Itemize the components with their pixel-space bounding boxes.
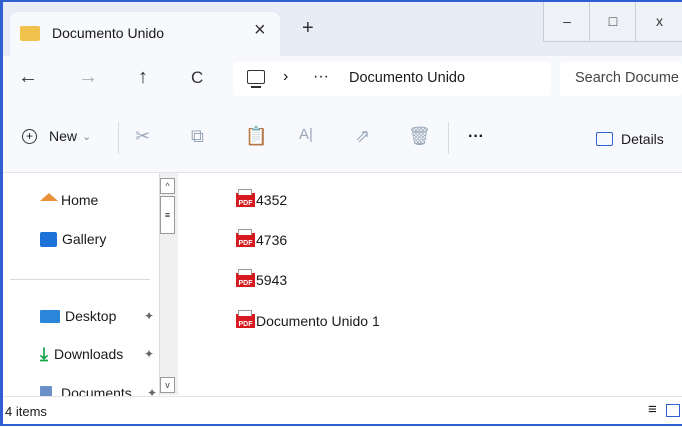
desktop-icon — [40, 309, 60, 323]
command-bar — [0, 102, 682, 173]
pdf-icon: PDF — [236, 310, 255, 328]
details-button[interactable]: Details — [596, 131, 664, 147]
refresh-button[interactable]: C — [191, 68, 203, 88]
sidebar-item-label: Gallery — [62, 231, 107, 247]
details-label: Details — [621, 131, 664, 147]
downloads-icon: ⤓ — [40, 344, 48, 364]
details-view-icon[interactable]: ≡ — [648, 401, 657, 418]
close-window-button[interactable]: x — [635, 0, 682, 42]
computer-stand-icon — [251, 86, 261, 88]
breadcrumb-current-folder[interactable]: Documento Unido — [349, 70, 465, 86]
scroll-down-button[interactable]: v — [160, 377, 175, 393]
more-options-button[interactable]: ··· — [468, 128, 484, 146]
paste-icon[interactable]: 📋 — [245, 126, 267, 147]
sidebar-item-label: Home — [61, 192, 99, 208]
close-icon: x — [656, 13, 663, 29]
computer-icon — [247, 70, 265, 84]
forward-button[interactable]: → — [78, 66, 98, 89]
scroll-up-button[interactable]: ^ — [160, 178, 175, 194]
minimize-icon: – — [563, 13, 571, 29]
item-count: 4 items — [5, 404, 47, 419]
delete-icon[interactable]: 🗑 — [408, 126, 431, 147]
tiles-view-icon[interactable] — [666, 404, 680, 417]
pdf-icon: PDF — [236, 269, 255, 287]
tab-title: Documento Unido — [52, 25, 165, 41]
folder-icon — [20, 26, 40, 41]
file-item[interactable]: PDF 4352 — [236, 189, 288, 209]
breadcrumb-overflow[interactable]: ··· — [313, 68, 329, 86]
tab-documento-unido[interactable]: Documento Unido × — [10, 12, 280, 56]
sidebar-item-home[interactable]: Home — [40, 192, 98, 208]
details-pane-icon — [596, 132, 613, 146]
cut-icon[interactable]: ✂ — [135, 126, 150, 147]
add-icon: + — [22, 128, 37, 144]
toolbar-divider-2 — [448, 122, 449, 154]
close-tab-button[interactable]: × — [254, 19, 266, 42]
copy-icon[interactable]: ⧉ — [191, 126, 204, 147]
maximize-button[interactable]: □ — [589, 0, 637, 42]
file-name: 4352 — [256, 192, 288, 208]
minimize-button[interactable]: – — [543, 0, 591, 42]
toolbar-divider — [118, 122, 119, 154]
file-item[interactable]: PDF Documento Unido 1 — [236, 310, 380, 330]
file-name: 5943 — [256, 272, 288, 288]
window-edge-decoration — [0, 0, 682, 2]
back-button[interactable]: ← — [18, 66, 38, 89]
pdf-icon: PDF — [236, 229, 255, 247]
file-name: 4736 — [256, 232, 288, 248]
pdf-icon: PDF — [236, 189, 255, 207]
window-edge-decoration — [0, 0, 3, 426]
scroll-thumb[interactable]: ≡ — [160, 196, 175, 234]
sidebar-item-downloads[interactable]: ⤓ Downloads — [40, 344, 124, 364]
search-placeholder: Search Docume — [575, 70, 679, 86]
share-icon[interactable]: ⇗ — [355, 126, 370, 147]
file-item[interactable]: PDF 4736 — [236, 229, 288, 249]
sidebar-item-label: Desktop — [65, 308, 117, 324]
address-bar[interactable]: › ··· Documento Unido — [233, 62, 551, 96]
new-tab-button[interactable]: + — [302, 17, 314, 40]
breadcrumb-separator: › — [283, 68, 289, 85]
pin-icon: ✦ — [144, 309, 155, 323]
sidebar-item-gallery[interactable]: Gallery — [40, 231, 106, 247]
maximize-icon: □ — [608, 13, 618, 29]
status-bar — [0, 396, 682, 427]
file-name: Documento Unido 1 — [256, 313, 380, 329]
chevron-down-icon: ⌄ — [82, 130, 92, 143]
search-input[interactable]: Search Docume — [560, 62, 682, 96]
home-icon — [40, 193, 58, 201]
gallery-icon — [40, 231, 57, 247]
new-label: New — [49, 128, 78, 144]
file-item[interactable]: PDF 5943 — [236, 269, 288, 289]
sidebar-item-desktop[interactable]: Desktop — [40, 308, 116, 324]
sidebar-item-label: Downloads — [53, 346, 124, 362]
new-button[interactable]: + New ⌄ — [22, 128, 91, 144]
sidebar-divider — [10, 279, 150, 280]
rename-icon[interactable]: A| — [299, 126, 313, 143]
up-button[interactable]: ↑ — [138, 66, 148, 89]
pin-icon: ✦ — [144, 347, 155, 361]
